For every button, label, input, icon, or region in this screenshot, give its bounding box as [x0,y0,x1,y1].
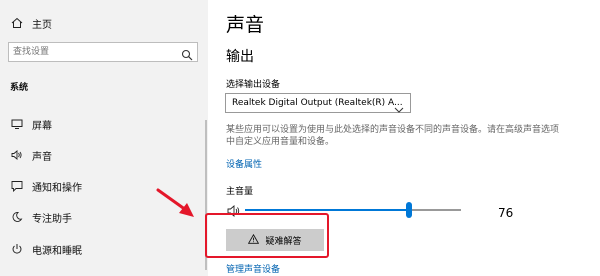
output-device-value: Realtek Digital Output (Realtek(R) A... [232,98,403,108]
sidebar-item-display[interactable]: 屏幕 [0,113,208,135]
sidebar-item-sound[interactable]: 声音 [0,144,208,166]
sidebar-item-label: 声音 [32,151,52,163]
page-title: 声音 [226,14,265,36]
settings-sidebar: 主页 系统 屏幕 声音 通知和操作 专注助手 电源和睡眠 [0,0,208,276]
sidebar-item-power[interactable]: 电源和睡眠 [0,238,208,260]
volume-slider-track[interactable] [245,209,461,211]
manage-sound-devices-link[interactable]: 管理声音设备 [226,262,280,275]
sidebar-item-label: 电源和睡眠 [32,245,82,257]
sidebar-item-home[interactable]: 主页 [0,12,208,34]
power-icon [10,242,24,256]
home-icon [10,16,24,30]
highlight-box [205,213,329,258]
search-box[interactable] [8,42,198,62]
sidebar-home-label: 主页 [32,19,52,31]
sidebar-item-label: 通知和操作 [32,182,82,194]
chevron-down-icon [394,99,404,118]
output-section-title: 输出 [226,49,254,65]
output-device-dropdown[interactable]: Realtek Digital Output (Realtek(R) A... [225,93,411,113]
moon-icon [10,210,24,224]
notification-icon [10,179,24,193]
search-input[interactable] [13,44,173,60]
device-properties-link[interactable]: 设备属性 [226,157,262,170]
sidebar-section-label: 系统 [10,83,29,93]
volume-slider-fill [245,209,410,211]
sidebar-item-label: 专注助手 [32,213,72,225]
search-icon[interactable] [181,46,193,65]
monitor-icon [10,117,24,131]
master-volume-label: 主音量 [226,187,254,197]
volume-value: 76 [498,206,514,220]
red-arrow-icon [156,188,194,217]
output-description: 某些应用可以设置为使用与此处选择的声音设备不同的声音设备。请在高级声音选项中自定… [226,125,560,147]
choose-output-label: 选择输出设备 [226,80,281,90]
speaker-icon [10,148,24,162]
sidebar-item-label: 屏幕 [32,120,52,132]
volume-slider-thumb[interactable] [406,202,413,218]
